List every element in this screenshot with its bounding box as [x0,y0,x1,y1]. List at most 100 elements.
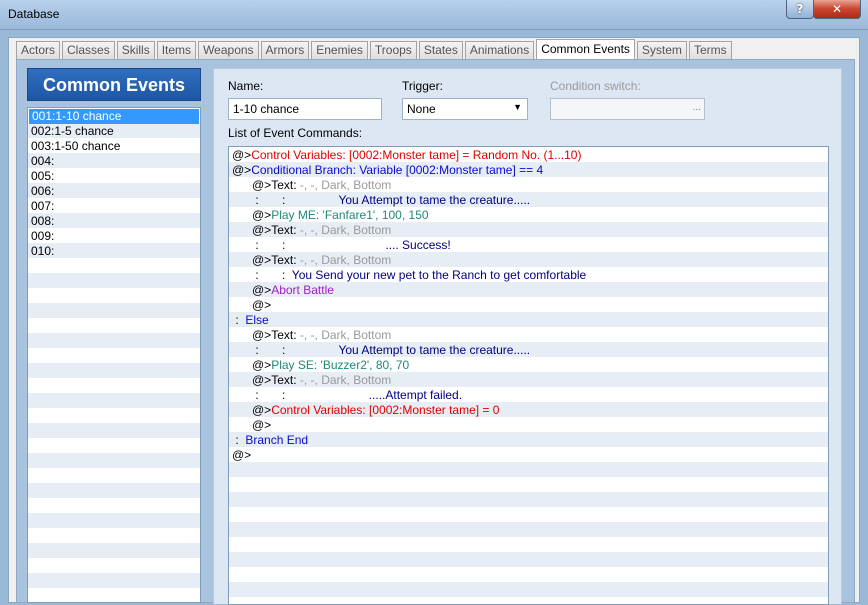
trigger-select[interactable]: None ▼ [402,98,528,120]
command-row[interactable]: @>Abort Battle [229,283,828,298]
name-label: Name: [228,79,264,93]
condition-switch-label: Condition switch: [550,79,641,93]
question-icon: ? [796,2,804,16]
tab-items[interactable]: Items [156,41,197,59]
command-text: Text: [271,178,300,192]
tab-actors[interactable]: Actors [16,41,61,59]
command-text: You Attempt to tame the creature..... [285,193,531,207]
command-row[interactable]: @> [229,298,828,313]
command-text: Text: [271,328,300,342]
command-row[interactable]: @>Text: -, -, Dark, Bottom [229,178,828,193]
command-row[interactable]: : Else [229,313,828,328]
tab-system[interactable]: System [636,41,687,59]
command-text: Control Variables: [0002:Monster tame] =… [271,403,500,417]
event-command-list[interactable]: @>Control Variables: [0002:Monster tame]… [228,146,829,605]
database-content: Actors Classes Skills Items Weapons Armors Ene… [8,37,860,605]
command-text: Text: [271,373,300,387]
command-params: -, -, Dark, Bottom [299,178,392,192]
command-prefix: : : [252,388,286,402]
list-item[interactable]: 003:1-50 chance [28,139,200,154]
chevron-down-icon: ▼ [513,102,522,112]
command-text: Conditional Branch: Variable [0002:Monst… [251,163,544,177]
command-prefix: @> [252,358,272,372]
command-row[interactable]: @>Play ME: 'Fanfare1', 100, 150 [229,208,828,223]
command-text: Play SE: 'Buzzer2', 80, 70 [271,358,410,372]
command-prefix: @> [252,373,272,387]
list-item[interactable]: 008: [28,214,200,229]
command-text: Text: [271,253,300,267]
command-prefix: @> [252,208,272,222]
command-row[interactable]: @>Text: -, -, Dark, Bottom [229,328,828,343]
event-editor-panel: Name: 1-10 chance Trigger: None ▼ Condit… [213,68,842,605]
close-button[interactable]: ✕ [813,0,861,19]
tab-enemies[interactable]: Enemies [311,41,368,59]
command-row[interactable]: @>Control Variables: [0002:Monster tame]… [229,403,828,418]
command-prefix: : : [252,268,286,282]
command-prefix: @> [232,448,252,462]
tab-animations[interactable]: Animations [464,41,535,59]
command-text: Abort Battle [271,283,334,297]
list-item[interactable]: 001:1-10 chance [29,109,199,124]
list-item[interactable]: 007: [28,199,200,214]
help-button[interactable]: ? [786,0,814,19]
command-prefix: : [232,313,246,327]
tab-troops[interactable]: Troops [369,41,417,59]
command-text: Control Variables: [0002:Monster tame] =… [251,148,582,162]
tab-weapons[interactable]: Weapons [198,41,259,59]
command-params: -, -, Dark, Bottom [299,223,392,237]
ellipsis-icon: ... [692,102,701,113]
command-row[interactable]: @>Conditional Branch: Variable [0002:Mon… [229,163,828,178]
command-prefix: @> [252,403,272,417]
command-prefix: @> [252,283,272,297]
tab-common-events[interactable]: Common Events [536,39,635,60]
tab-armors[interactable]: Armors [260,41,310,59]
window-title: Database [8,7,60,21]
list-item[interactable]: 002:1-5 chance [28,124,200,139]
command-prefix: @> [232,148,252,162]
common-event-list[interactable]: 001:1-10 chance 002:1-5 chance 003:1-50 ch… [27,107,201,603]
command-row[interactable]: @> [229,448,828,463]
command-prefix: @> [252,328,272,342]
trigger-value: None [407,102,436,116]
command-prefix: @> [252,223,272,237]
tab-classes[interactable]: Classes [62,41,115,59]
tab-terms[interactable]: Terms [688,41,732,59]
command-row[interactable]: : : You Attempt to tame the creature....… [229,193,828,208]
command-prefix: : [232,433,246,447]
command-row[interactable]: @>Text: -, -, Dark, Bottom [229,373,828,388]
name-input[interactable]: 1-10 chance [228,98,382,120]
command-params: -, -, Dark, Bottom [299,328,392,342]
command-row[interactable]: : Branch End [229,433,828,448]
tab-skills[interactable]: Skills [116,41,155,59]
list-item[interactable]: 010: [28,244,200,259]
command-text: Else [245,313,269,327]
window-body: Actors Classes Skills Items Weapons Armors Ene… [0,30,868,605]
command-row[interactable]: @>Control Variables: [0002:Monster tame]… [229,148,828,163]
command-row[interactable]: : : You Send your new pet to the Ranch t… [229,268,828,283]
command-row[interactable]: : : .... Success! [229,238,828,253]
command-row[interactable]: @>Play SE: 'Buzzer2', 80, 70 [229,358,828,373]
command-row[interactable]: : : .....Attempt failed. [229,388,828,403]
command-text: Play ME: 'Fanfare1', 100, 150 [271,208,429,222]
tab-strip: Actors Classes Skills Items Weapons Armors Ene… [16,39,734,60]
close-icon: ✕ [831,2,843,16]
list-item[interactable]: 005: [28,169,200,184]
tab-panel-common-events: Common Events 001:1-10 chance 002:1-5 cha… [16,59,855,605]
trigger-label: Trigger: [402,79,443,93]
tab-states[interactable]: States [418,41,463,59]
command-row[interactable]: @>Text: -, -, Dark, Bottom [229,253,828,268]
command-prefix: : : [252,238,286,252]
command-params: -, -, Dark, Bottom [299,253,392,267]
command-row[interactable]: : : You Attempt to tame the creature....… [229,343,828,358]
command-text: Branch End [245,433,309,447]
command-row[interactable]: @>Text: -, -, Dark, Bottom [229,223,828,238]
command-params: -, -, Dark, Bottom [299,373,392,387]
command-row[interactable]: @> [229,418,828,433]
command-prefix: @> [252,253,272,267]
list-item[interactable]: 006: [28,184,200,199]
list-item[interactable]: 009: [28,229,200,244]
list-item[interactable]: 004: [28,154,200,169]
command-text: Text: [271,223,300,237]
event-commands-label: List of Event Commands: [228,126,363,140]
command-prefix: @> [232,163,252,177]
